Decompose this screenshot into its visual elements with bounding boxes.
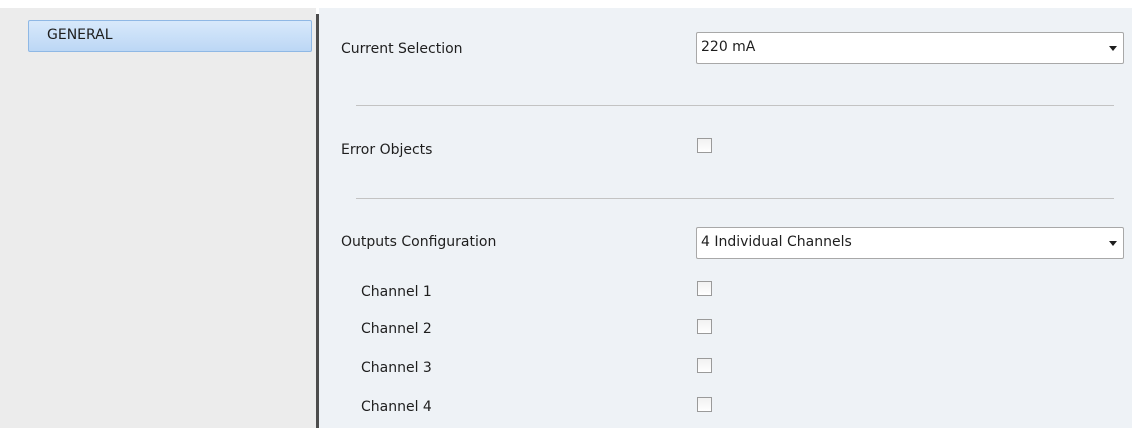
outputs-configuration-value: 4 Individual Channels [701, 234, 852, 250]
current-selection-value: 220 mA [701, 39, 756, 55]
channel-3-checkbox[interactable] [697, 358, 712, 373]
channel-4-label: Channel 4 [361, 399, 432, 415]
parameters-panel: Current Selection 220 mA Error Objects O… [319, 8, 1132, 428]
error-objects-checkbox[interactable] [697, 138, 712, 153]
sidebar-item-general[interactable]: GENERAL [28, 20, 312, 52]
section-separator [356, 105, 1114, 106]
error-objects-label: Error Objects [341, 142, 433, 158]
section-separator [356, 198, 1114, 199]
outputs-configuration-dropdown[interactable]: 4 Individual Channels [696, 227, 1124, 259]
sidebar-item-label: GENERAL [47, 27, 113, 43]
sidebar: GENERAL [0, 8, 316, 428]
chevron-down-icon [1109, 46, 1117, 51]
channel-2-checkbox[interactable] [697, 319, 712, 334]
channel-1-label: Channel 1 [361, 284, 432, 300]
chevron-down-icon [1109, 241, 1117, 246]
outputs-configuration-label: Outputs Configuration [341, 234, 497, 250]
channel-3-label: Channel 3 [361, 360, 432, 376]
current-selection-label: Current Selection [341, 41, 463, 57]
channel-4-checkbox[interactable] [697, 397, 712, 412]
channel-2-label: Channel 2 [361, 321, 432, 337]
channel-1-checkbox[interactable] [697, 281, 712, 296]
window-top-strip [0, 0, 1132, 8]
current-selection-dropdown[interactable]: 220 mA [696, 32, 1124, 64]
